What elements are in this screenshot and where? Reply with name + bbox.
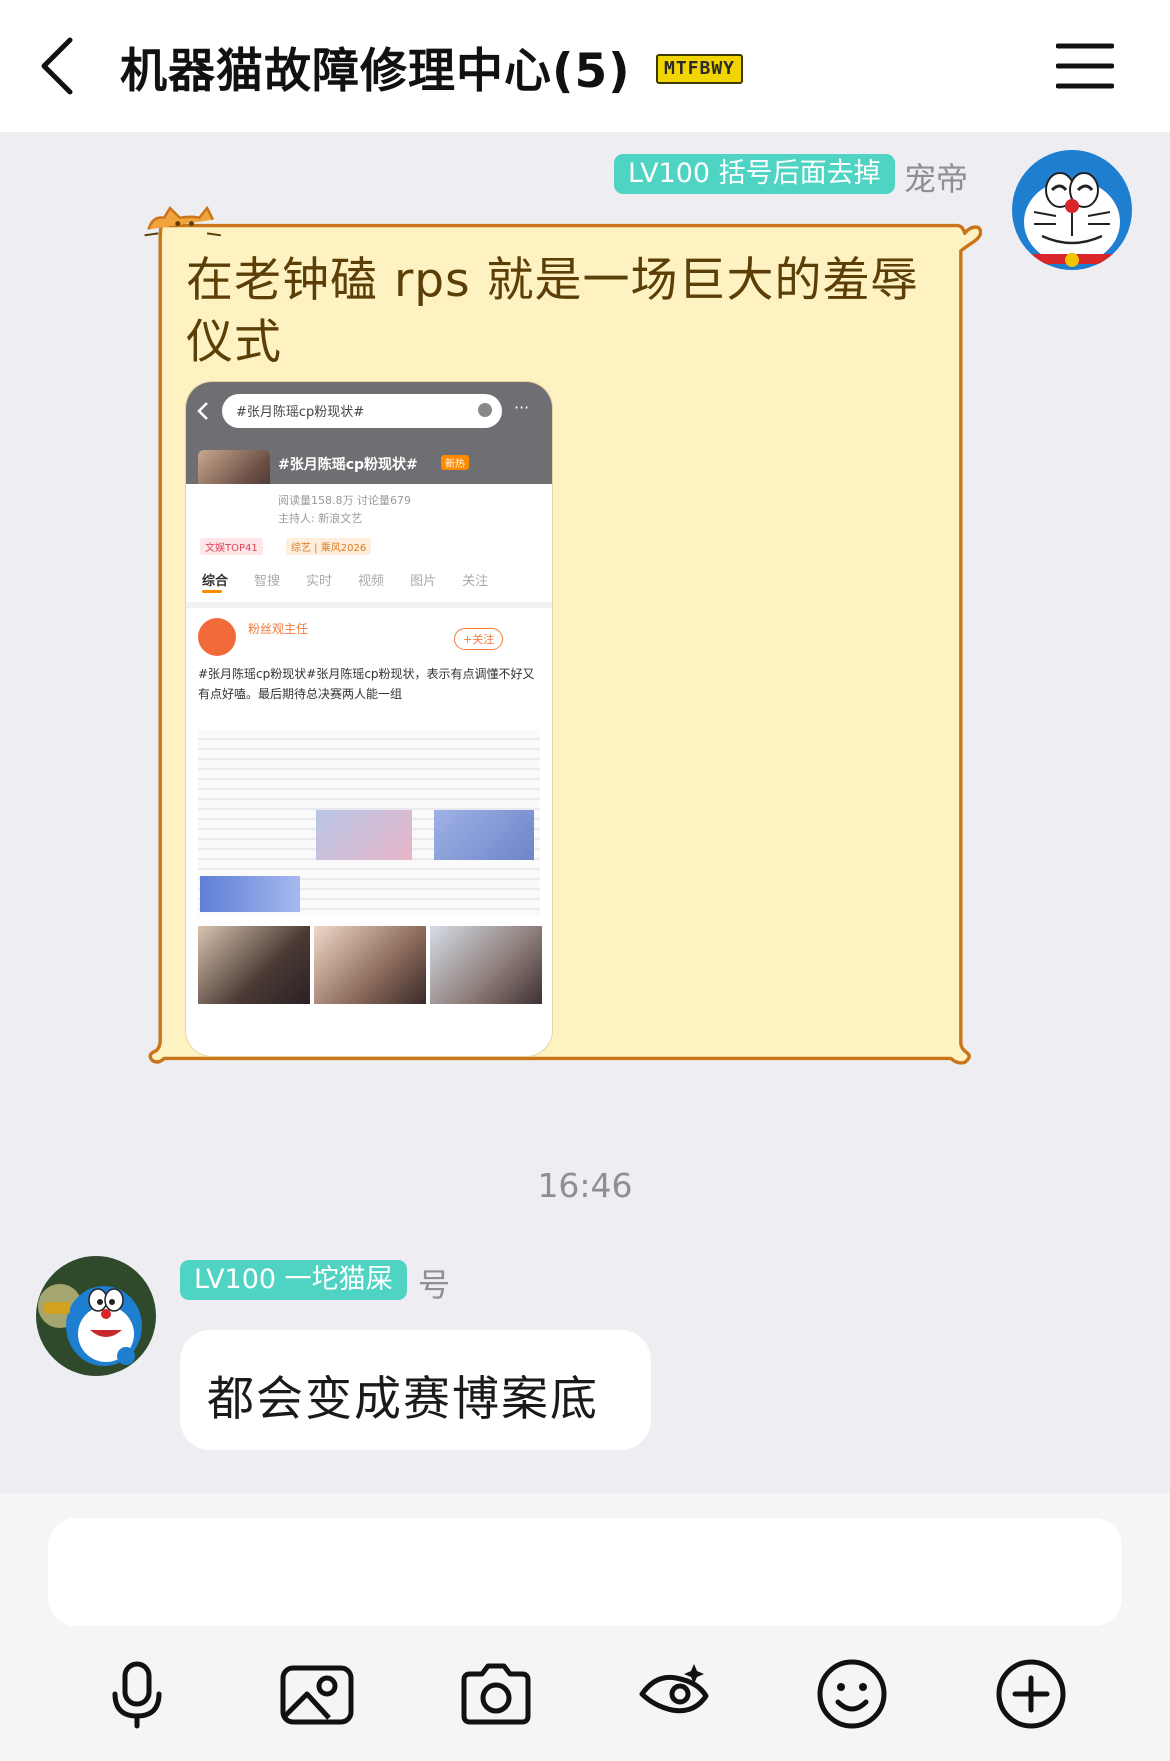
emoji-button[interactable] [812, 1654, 892, 1734]
sender-name[interactable]: 号 [418, 1260, 450, 1306]
doraemon-avatar-icon [1012, 150, 1132, 270]
message-timestamp: 16:46 [537, 1166, 633, 1205]
plus-icon [996, 1659, 1066, 1729]
microphone-icon [112, 1661, 162, 1729]
tab: 实时 [306, 574, 333, 589]
sender-avatar[interactable] [36, 1256, 156, 1376]
post-photo [198, 926, 310, 1004]
screenshot-topic-title: #张月陈瑶cp粉现状# [278, 457, 418, 473]
screenshot-tabs: 综合 智搜 实时 视频 图片 关注 [202, 570, 542, 589]
tab: 智搜 [254, 574, 281, 589]
message-bubble[interactable]: 都会变成赛博案底 [180, 1330, 651, 1450]
sender-name[interactable]: 宠帝 [904, 154, 968, 200]
image-icon [280, 1665, 354, 1725]
game-button[interactable] [634, 1654, 714, 1734]
clear-icon [478, 403, 492, 417]
topic-stats: 阅读量158.8万 讨论量679 [278, 494, 411, 507]
chevron-left-icon [197, 402, 208, 420]
menu-button[interactable] [1055, 42, 1115, 90]
rank-chip: 文娱TOP41 [200, 538, 263, 555]
post-photo [314, 926, 426, 1004]
sender-avatar[interactable] [1012, 150, 1132, 270]
voice-button[interactable] [97, 1654, 177, 1734]
message-text: 都会变成赛博案底 [207, 1372, 599, 1427]
back-button[interactable] [36, 30, 92, 102]
tab: 关注 [462, 574, 489, 589]
poster-avatar [198, 618, 236, 656]
more-actions-button[interactable] [991, 1654, 1071, 1734]
tab: 视频 [358, 574, 385, 589]
chat-header: 机器猫故障修理中心(5) MTFBWY [0, 0, 1170, 132]
hamburger-menu-icon [1055, 43, 1115, 89]
post-photo [430, 926, 542, 1004]
tab: 图片 [410, 574, 437, 589]
game-icon [639, 1664, 709, 1714]
divider [186, 602, 552, 608]
more-icon: ··· [514, 398, 530, 417]
message-text: 在老钟磕 rps 就是一场巨大的羞辱仪式 [186, 253, 919, 370]
chat-title: 机器猫故障修理中心(5) [120, 44, 631, 99]
attached-screenshot[interactable]: #张月陈瑶cp粉现状# ··· #张月陈瑶cp粉现状# 新热 阅读量158.8万… [186, 382, 552, 1056]
album-button[interactable] [277, 1654, 357, 1734]
tab: 综合 [202, 574, 229, 589]
camera-button[interactable] [456, 1654, 536, 1734]
group-badge: MTFBWY [656, 54, 744, 84]
category-chip: 综艺 | 乘风2026 [286, 538, 372, 555]
poster-name: 粉丝观主任 [248, 622, 309, 636]
topic-host: 主持人: 新浪文艺 [278, 512, 363, 525]
follow-button: +关注 [454, 628, 504, 650]
sender-level-badge: LV100 括号后面去掉 [614, 154, 895, 194]
topic-tag: 新热 [441, 455, 469, 470]
camera-icon [461, 1663, 531, 1725]
post-photo [316, 810, 412, 860]
message-input[interactable] [48, 1518, 1122, 1626]
doraemon-avatar-icon [36, 1256, 156, 1376]
post-text: #张月陈瑶cp粉现状#张月陈瑶cp粉现状，表示有点调懂不好又有点好嗑。最后期待总… [198, 667, 535, 701]
post-photo [434, 810, 534, 860]
emoji-icon [817, 1659, 887, 1729]
active-tab-indicator [202, 590, 222, 593]
screenshot-search-text: #张月陈瑶cp粉现状# [236, 405, 365, 420]
post-photo [200, 876, 300, 912]
chevron-left-icon [41, 37, 73, 95]
sender-level-badge: LV100 一坨猫屎 [180, 1260, 407, 1300]
